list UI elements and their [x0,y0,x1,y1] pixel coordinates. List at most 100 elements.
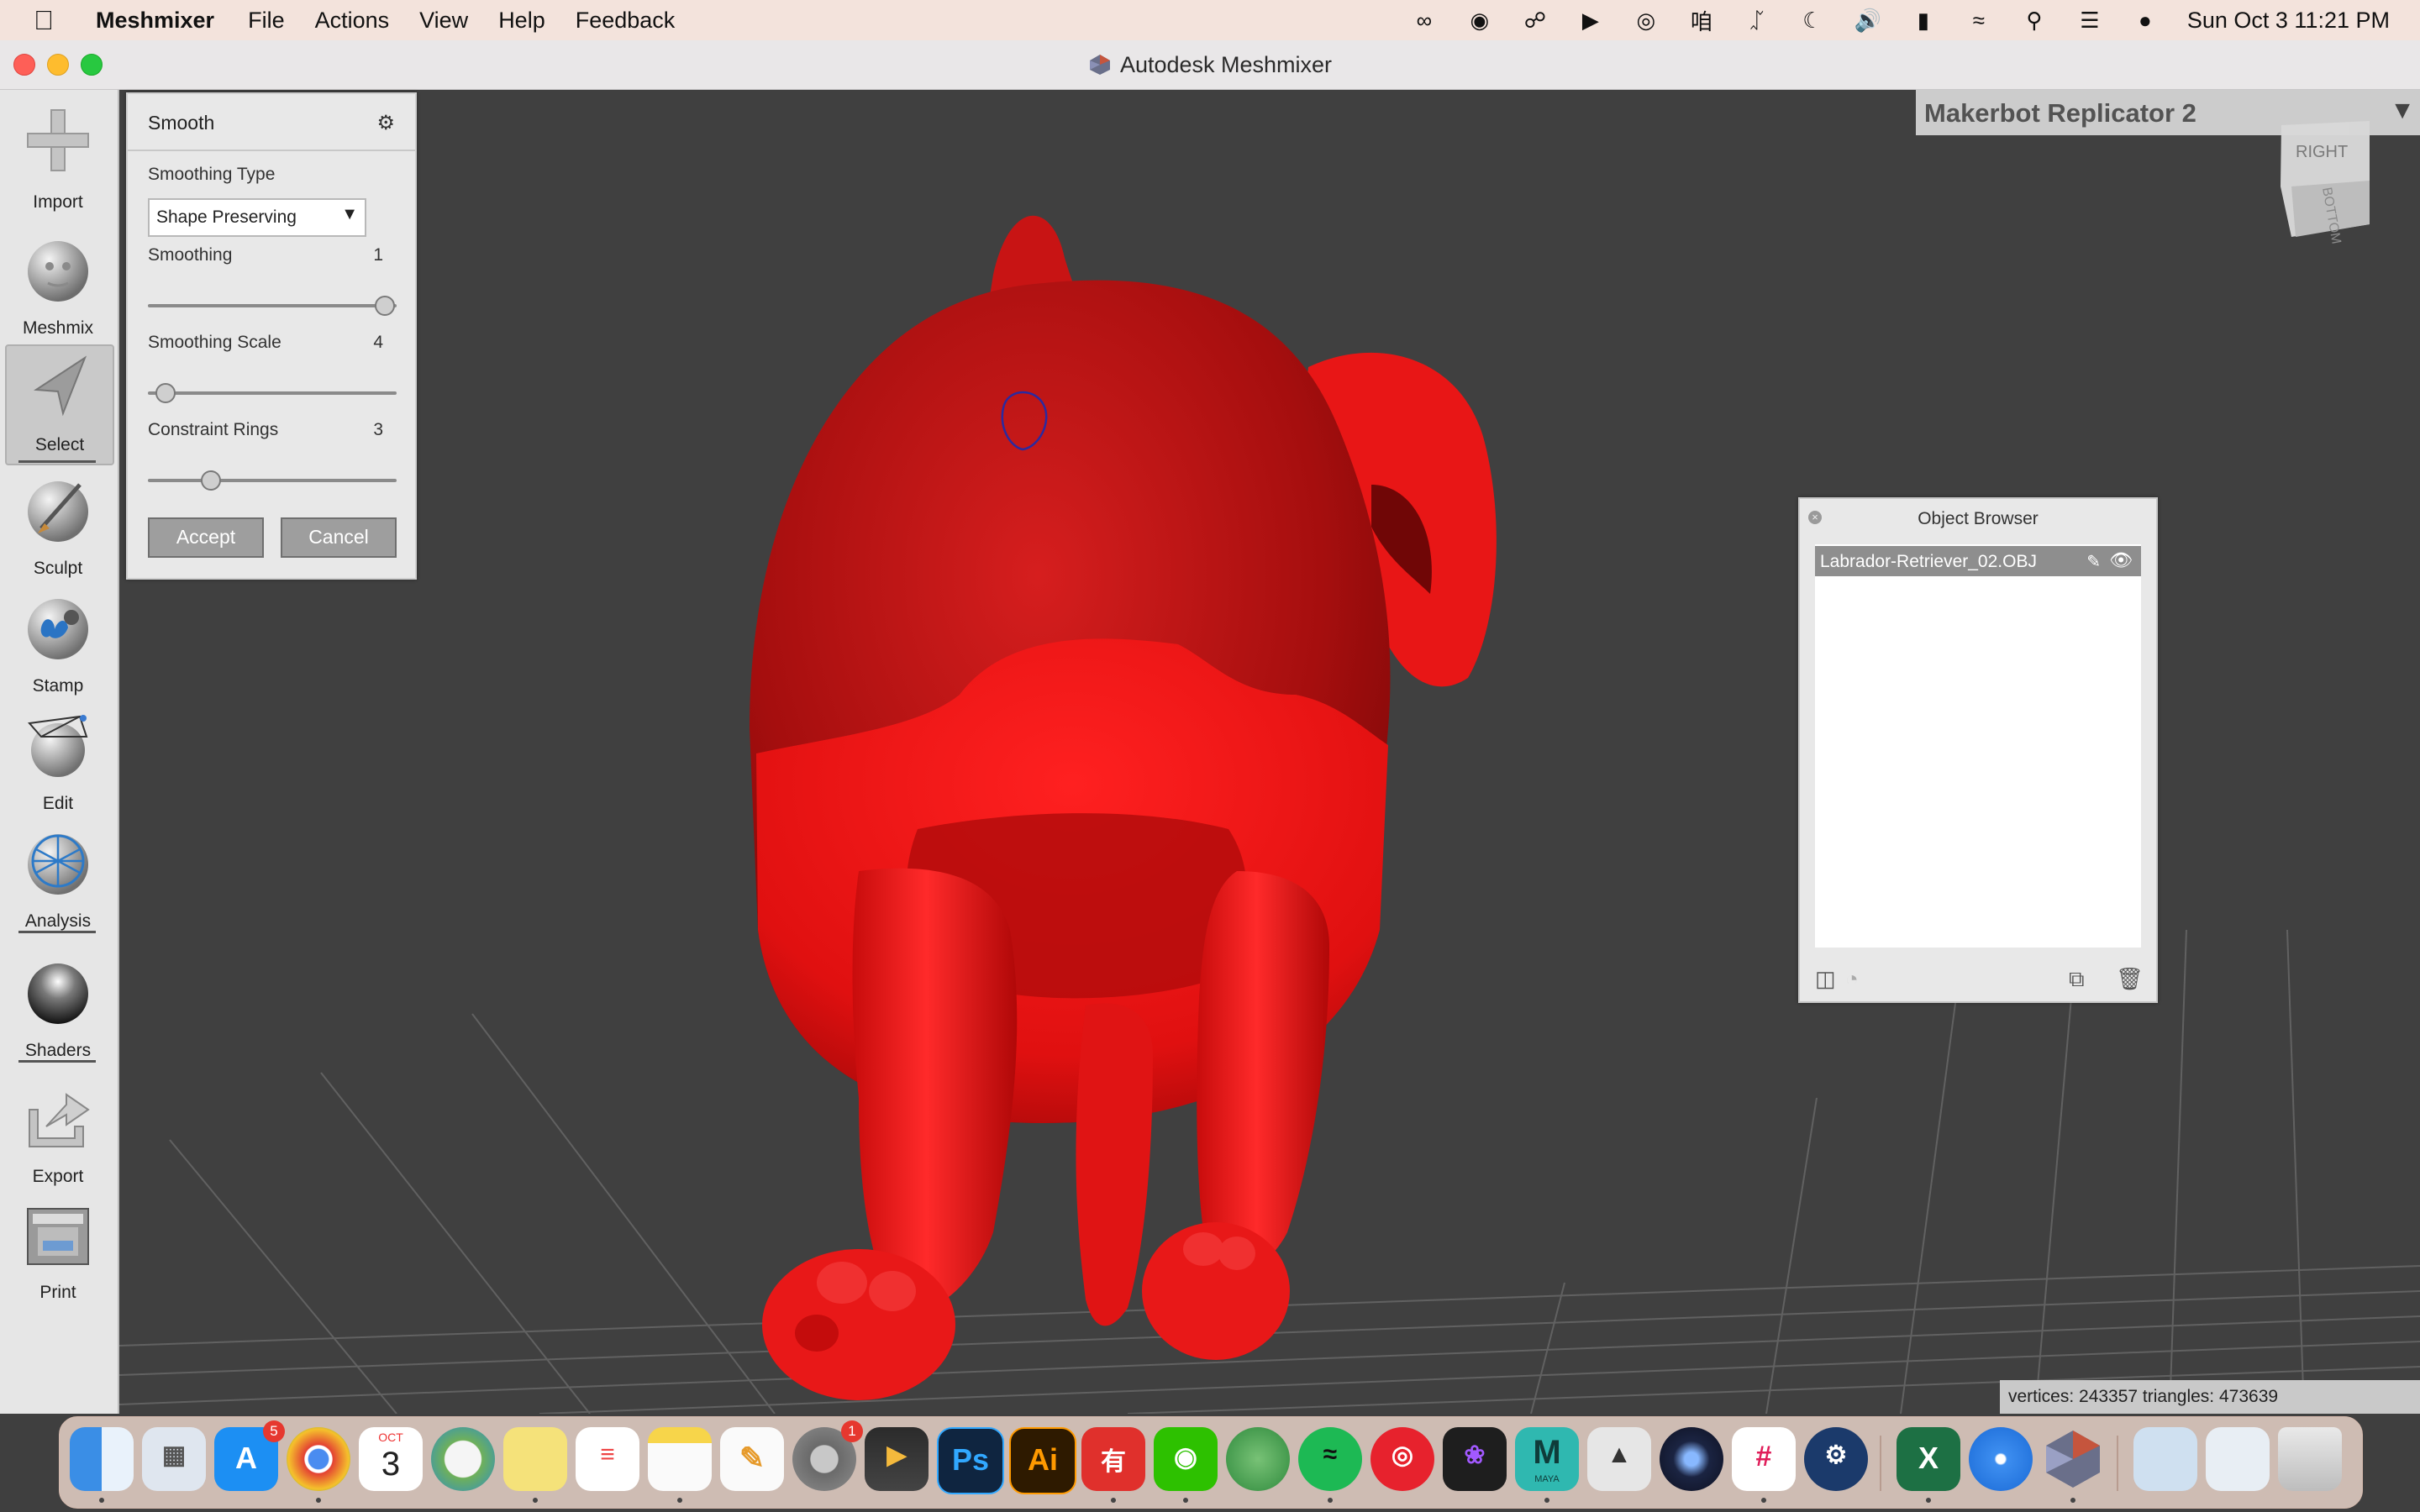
input-method-icon[interactable]: 咱 [1685,8,1718,34]
visibility-eye-icon[interactable]: 👁 [2109,549,2133,571]
battery-icon[interactable]: ▮ [1907,8,1940,33]
tool-edit[interactable]: Edit [0,705,116,822]
dock-downloads-folder-icon[interactable] [2133,1427,2197,1491]
edit-object-icon[interactable]: ✎ [2086,551,2101,572]
dock-steam-icon[interactable]: ⚙ [1804,1427,1868,1491]
dock-trash-icon[interactable] [2278,1427,2342,1491]
cube-icon[interactable]: ◫ [1815,966,1836,992]
wechat-tray-icon[interactable]: ◉ [1463,8,1497,33]
siri-icon[interactable]: ● [2128,8,2162,33]
smoothing-scale-slider-knob[interactable] [155,383,176,403]
tool-export-label: Export [32,1167,84,1186]
dock-maps-icon[interactable] [1226,1427,1290,1491]
smoothing-slider[interactable] [148,296,397,316]
tool-meshmix[interactable]: Meshmix [0,229,116,347]
zoom-window-button[interactable] [81,54,103,76]
dropdown-arrow-icon: ▼ [341,205,358,223]
smoothing-scale-slider[interactable] [148,383,397,403]
dock-safari-icon[interactable] [1969,1427,2033,1491]
dock-reminders-icon[interactable]: ≡ [576,1427,639,1491]
menu-actions[interactable]: Actions [315,8,390,34]
tool-select[interactable]: Select [5,344,114,465]
tool-analysis[interactable]: Analysis [0,822,116,940]
menu-clock[interactable]: Sun Oct 3 11:21 PM [2187,8,2390,34]
dock-meshmixer-icon[interactable] [2041,1427,2105,1491]
tool-stamp[interactable]: Stamp [0,587,116,705]
dock-stickies-icon[interactable] [503,1427,567,1491]
menu-app-name[interactable]: Meshmixer [96,8,214,34]
volume-icon[interactable]: 🔊 [1851,8,1885,33]
apple-menu-icon[interactable]:  [34,5,67,36]
dock-maya-icon[interactable]: M MAYA [1515,1427,1579,1491]
dock-photoshop-icon[interactable]: Ps [937,1427,1004,1494]
pie-icon[interactable]: ◔ [1845,966,1859,992]
smooth-panel-title: Smooth [148,112,215,134]
tool-sculpt[interactable]: Sculpt [0,470,116,587]
tool-shaders[interactable]: Shaders [0,952,116,1069]
dock-launchpad-icon[interactable]: ▦ [142,1427,206,1491]
dock-rhino-icon[interactable]: ▲ [1587,1427,1651,1491]
dock-finder-icon[interactable] [70,1427,134,1491]
cancel-button[interactable]: Cancel [281,517,397,558]
dock-excel-icon[interactable]: X [1897,1427,1960,1491]
menu-feedback[interactable]: Feedback [576,8,676,34]
constraint-rings-value: 3 [373,420,383,439]
moon-icon[interactable]: ☾ [1796,8,1829,33]
running-indicator [1183,1498,1188,1503]
printer-dropdown-icon[interactable]: ▼ [2390,97,2415,125]
dock-final-cut-icon[interactable]: ▶ [865,1427,929,1491]
settings-gear-icon[interactable]: ⚙ [376,111,395,135]
dock-pencil-icon[interactable]: ✎ [720,1427,784,1491]
constraint-rings-slider-knob[interactable] [201,470,222,491]
vpn-tray-icon[interactable]: ◎ [1629,8,1663,33]
printer-selector[interactable]: Makerbot Replicator 2 ▼ [1916,90,2420,135]
view-cube[interactable]: RIGHT BOTTOM [2281,121,2370,245]
dock-slack-icon[interactable]: # [1732,1427,1796,1491]
dock-documents-folder-icon[interactable] [2206,1427,2270,1491]
dock-notes-icon[interactable] [648,1427,712,1491]
smoothing-type-select[interactable]: Shape Preserving ▼ [148,198,366,237]
dock-illustrator-icon[interactable]: Ai [1009,1427,1076,1494]
dock-youdao-icon[interactable]: 有 [1081,1427,1145,1491]
duplicate-icon[interactable]: ⧉ [2069,966,2085,993]
menu-file[interactable]: File [248,8,285,34]
view-cube-right: RIGHT [2296,143,2348,161]
creative-cloud-icon[interactable]: ∞ [1407,8,1441,33]
search-app-icon[interactable]: ☍ [1518,8,1552,33]
tool-print[interactable]: Print [0,1197,116,1315]
tool-select-label: Select [34,435,85,454]
minimize-window-button[interactable] [47,54,69,76]
spotlight-search-icon[interactable]: ⚲ [2018,8,2051,33]
control-center-icon[interactable]: ☰ [2073,8,2107,33]
tool-import[interactable]: Import [0,100,116,218]
menu-view[interactable]: View [419,8,468,34]
dock-wechat-icon[interactable]: ◉ [1154,1427,1218,1491]
shader-sphere-icon [28,963,88,1024]
smoothing-type-value: Shape Preserving [156,207,297,227]
constraint-rings-slider[interactable] [148,470,397,491]
play-icon[interactable]: ▶ [1574,8,1607,33]
accept-button[interactable]: Accept [148,517,264,558]
calendar-month: OCT [378,1431,403,1444]
export-icon [29,1093,90,1147]
plus-icon [27,109,89,171]
dock: ▦ A 5 OCT 3 ≡ ✎ 1 ▶ Ps Ai 有 ◉ ≈ ◎ ❀ M MA… [59,1416,2363,1509]
dock-netease-music-icon[interactable]: ◎ [1370,1427,1434,1491]
dock-cinema4d-icon[interactable] [1660,1427,1723,1491]
tool-shaders-label: Shaders [24,1041,92,1060]
dock-vpn-icon[interactable] [431,1427,495,1491]
menu-help[interactable]: Help [498,8,545,34]
dock-figma-icon[interactable]: ❀ [1443,1427,1507,1491]
bluetooth-icon[interactable]: ᛢ [1740,8,1774,33]
tool-export[interactable]: Export [0,1081,116,1199]
running-indicator [1328,1498,1333,1503]
wifi-icon[interactable]: ≈ [1962,8,1996,33]
dock-chrome-icon[interactable] [287,1427,350,1491]
close-window-button[interactable] [13,54,35,76]
dock-calendar-icon[interactable]: OCT 3 [359,1427,423,1491]
analysis-sphere-icon [28,834,88,895]
trash-icon[interactable]: 🗑 [2116,966,2144,992]
dock-spotify-icon[interactable]: ≈ [1298,1427,1362,1491]
list-item[interactable]: Labrador-Retriever_02.OBJ ✎ 👁 [1815,546,2141,576]
smoothing-slider-knob[interactable] [375,296,395,316]
